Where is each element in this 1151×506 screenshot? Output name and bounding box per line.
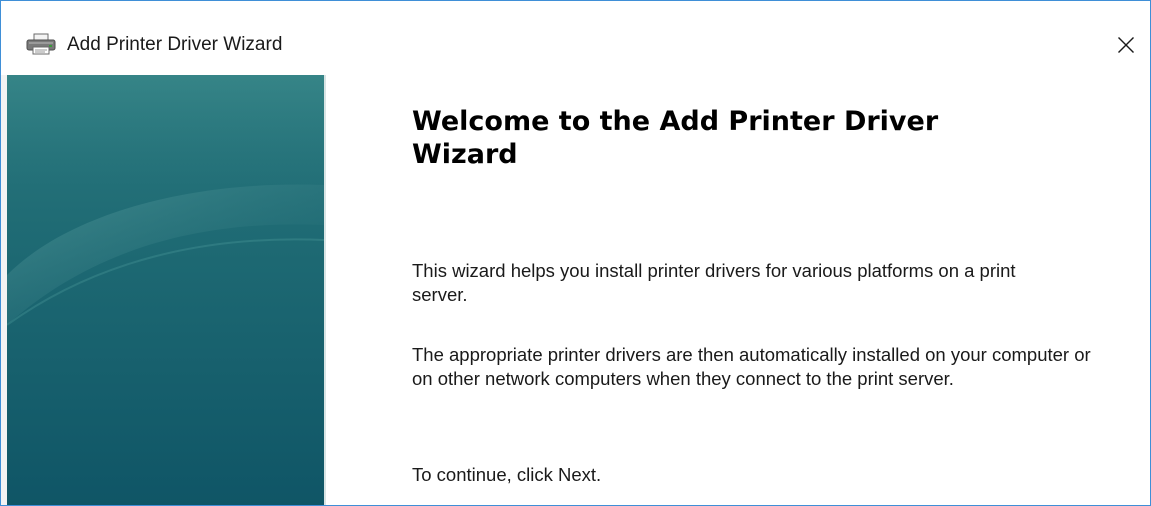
- close-icon: [1117, 36, 1135, 54]
- description-paragraph-1: This wizard helps you install printer dr…: [412, 260, 1016, 305]
- wizard-banner: [7, 75, 326, 505]
- instruction-text: To continue, click Next.: [412, 464, 602, 485]
- page-title: Welcome to the Add Printer Driver Wizard: [412, 106, 939, 170]
- wizard-content: Welcome to the Add Printer Driver Wizard…: [412, 105, 1112, 485]
- description-paragraph-2: The appropriate printer drivers are then…: [412, 344, 1091, 389]
- window-title: Add Printer Driver Wizard: [67, 34, 283, 55]
- printer-icon: [26, 33, 56, 55]
- title-bar[interactable]: Add Printer Driver Wizard: [1, 1, 1150, 75]
- close-button[interactable]: [1102, 23, 1150, 67]
- wizard-window: Add Printer Driver Wizard Welcome to the…: [0, 0, 1151, 506]
